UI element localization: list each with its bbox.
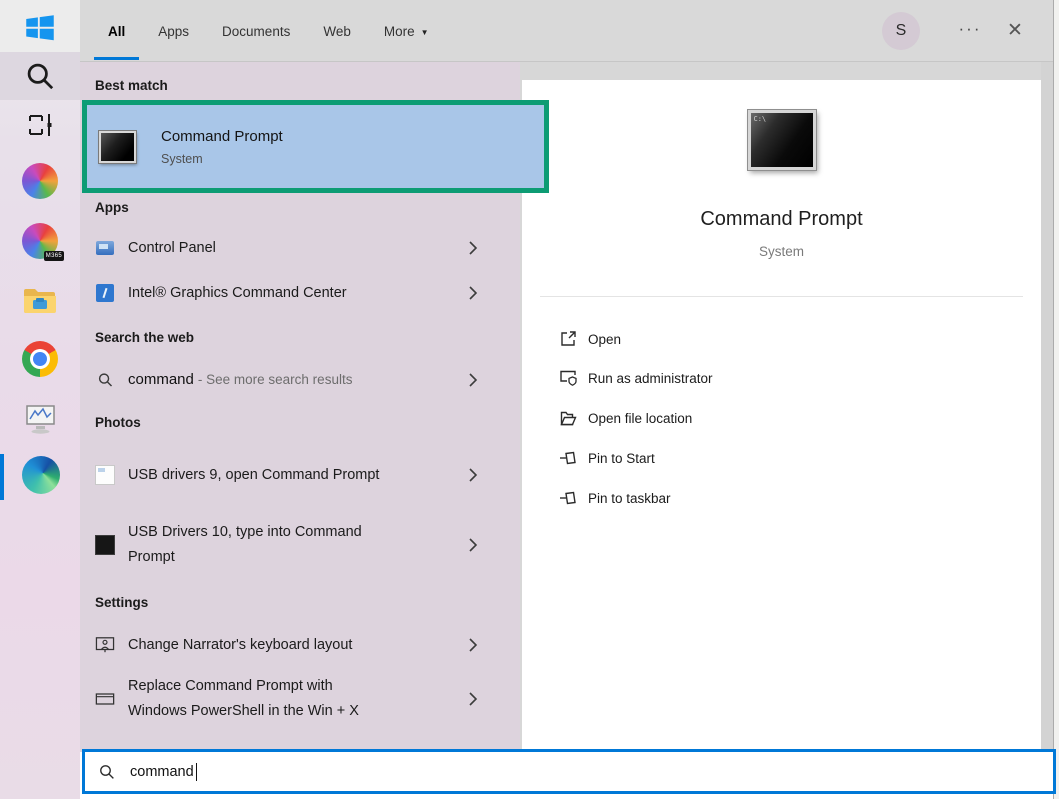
photo-thumbnail-icon bbox=[95, 465, 115, 485]
best-match-result[interactable]: Command Prompt System bbox=[87, 105, 544, 188]
window-edge bbox=[1041, 62, 1053, 752]
tab-more-label: More bbox=[384, 24, 415, 39]
text-cursor bbox=[196, 763, 198, 781]
search-icon bbox=[24, 60, 57, 93]
photo-thumbnail-icon bbox=[95, 535, 115, 555]
tab-web[interactable]: Web bbox=[323, 24, 351, 39]
action-pin-to-start[interactable]: Pin to Start bbox=[522, 440, 1041, 476]
tab-apps[interactable]: Apps bbox=[158, 24, 189, 39]
m365-badge: M365 bbox=[44, 251, 64, 261]
taskbar: M365 bbox=[0, 0, 80, 799]
file-explorer-icon[interactable] bbox=[23, 286, 57, 316]
result-label: USB drivers 9, open Command Prompt bbox=[128, 463, 383, 488]
pin-icon bbox=[559, 489, 578, 507]
tab-more[interactable]: More ▼ bbox=[384, 24, 429, 39]
result-intel-gcc[interactable]: Intel® Graphics Command Center bbox=[80, 274, 520, 312]
action-run-as-administrator[interactable]: Run as administrator bbox=[522, 360, 1041, 396]
edge-active-indicator bbox=[0, 454, 4, 500]
command-prompt-icon bbox=[99, 131, 136, 163]
start-button[interactable] bbox=[0, 0, 80, 52]
search-input-value: command bbox=[130, 764, 194, 780]
chevron-right-icon bbox=[468, 537, 478, 553]
pin-icon bbox=[559, 449, 578, 467]
action-label: Run as administrator bbox=[588, 371, 713, 386]
chevron-right-icon bbox=[468, 372, 478, 388]
result-web-search[interactable]: command - See more search results bbox=[80, 360, 520, 400]
search-filter-tabs: All Apps Documents Web More ▼ bbox=[108, 0, 429, 62]
intel-gcc-icon bbox=[96, 284, 114, 302]
action-label: Open bbox=[588, 332, 621, 347]
screen-edge bbox=[1053, 0, 1059, 799]
chevron-right-icon bbox=[468, 285, 478, 301]
search-icon bbox=[98, 763, 116, 781]
dropdown-arrow-icon: ▼ bbox=[421, 28, 429, 37]
result-replace-cmd-setting[interactable]: Replace Command Prompt with Windows Powe… bbox=[80, 670, 520, 728]
action-pin-to-taskbar[interactable]: Pin to taskbar bbox=[522, 480, 1041, 516]
section-settings: Settings bbox=[95, 595, 148, 610]
control-panel-icon bbox=[96, 241, 114, 255]
run-as-admin-icon bbox=[559, 369, 578, 387]
result-photo-usb10[interactable]: USB Drivers 10, type into Command Prompt bbox=[80, 516, 520, 574]
section-photos: Photos bbox=[95, 415, 141, 430]
result-control-panel[interactable]: Control Panel bbox=[80, 229, 520, 267]
windows-start-icon[interactable] bbox=[25, 13, 55, 43]
chevron-right-icon bbox=[468, 240, 478, 256]
action-label: Pin to Start bbox=[588, 451, 655, 466]
chevron-right-icon bbox=[468, 467, 478, 483]
annotation-highlight-box: Command Prompt System bbox=[82, 100, 549, 193]
action-open-file-location[interactable]: Open file location bbox=[522, 400, 1041, 436]
narrator-icon bbox=[95, 636, 115, 654]
search-window-header: All Apps Documents Web More ▼ S ··· ✕ bbox=[80, 0, 1053, 62]
open-file-location-icon bbox=[559, 409, 577, 427]
copilot-icon[interactable] bbox=[22, 163, 58, 199]
edge-icon[interactable] bbox=[22, 456, 60, 494]
search-icon bbox=[97, 372, 114, 389]
tab-all[interactable]: All bbox=[108, 24, 125, 39]
section-best-match: Best match bbox=[95, 78, 168, 93]
search-input[interactable]: command bbox=[82, 749, 1056, 794]
open-icon bbox=[559, 330, 577, 348]
result-narrator-setting[interactable]: Change Narrator's keyboard layout bbox=[80, 626, 520, 664]
tab-documents[interactable]: Documents bbox=[222, 24, 290, 39]
result-label: Replace Command Prompt with Windows Powe… bbox=[128, 674, 383, 724]
result-photo-usb9[interactable]: USB drivers 9, open Command Prompt bbox=[80, 446, 520, 504]
taskbar-search-button[interactable] bbox=[0, 52, 80, 100]
preview-panel-background: C:\ Command Prompt System Open Run bbox=[520, 62, 1053, 752]
command-prompt-icon-large: C:\ bbox=[748, 110, 816, 170]
best-match-title: Command Prompt bbox=[161, 128, 283, 145]
preview-subtitle: System bbox=[522, 244, 1041, 259]
more-options-button[interactable]: ··· bbox=[950, 16, 990, 46]
divider bbox=[540, 296, 1023, 297]
system-monitor-icon[interactable] bbox=[23, 402, 57, 436]
result-label: Intel® Graphics Command Center bbox=[128, 281, 428, 306]
preview-panel: C:\ Command Prompt System Open Run bbox=[522, 80, 1041, 752]
cmd-prompt-glyph: C:\ bbox=[754, 115, 767, 123]
close-icon[interactable]: ✕ bbox=[998, 14, 1032, 48]
chrome-icon[interactable] bbox=[22, 341, 58, 377]
result-label: Change Narrator's keyboard layout bbox=[128, 633, 383, 658]
action-label: Open file location bbox=[588, 411, 692, 426]
action-label: Pin to taskbar bbox=[588, 491, 671, 506]
best-match-subtitle: System bbox=[161, 152, 283, 166]
preview-title: Command Prompt bbox=[522, 208, 1041, 231]
result-label: Control Panel bbox=[128, 236, 428, 261]
web-suffix: - See more search results bbox=[198, 372, 353, 387]
search-results-panel: Best match Command Prompt System Apps Co… bbox=[80, 62, 520, 752]
window-icon bbox=[95, 692, 115, 706]
action-open[interactable]: Open bbox=[522, 321, 1041, 357]
section-search-the-web: Search the web bbox=[95, 330, 194, 345]
section-apps: Apps bbox=[95, 200, 129, 215]
chevron-right-icon bbox=[468, 691, 478, 707]
result-label: USB Drivers 10, type into Command Prompt bbox=[128, 520, 383, 570]
chevron-right-icon bbox=[468, 637, 478, 653]
account-avatar[interactable]: S bbox=[882, 12, 920, 50]
m365-copilot-icon[interactable]: M365 bbox=[22, 223, 58, 259]
task-view-icon[interactable] bbox=[26, 109, 56, 141]
web-query: command bbox=[128, 371, 194, 388]
